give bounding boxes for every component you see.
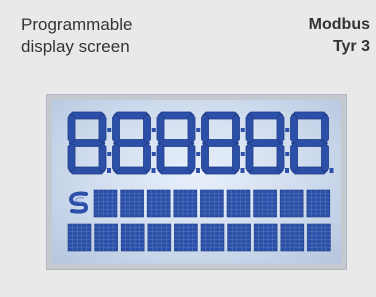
lcd-digit-segment — [67, 113, 76, 144]
lcd-digit-segment — [321, 142, 329, 173]
lcd-display — [46, 94, 347, 270]
title-line-2: display screen — [21, 37, 130, 56]
lcd-digit-segment — [67, 142, 76, 173]
model-line-2: Tyr 3 — [332, 38, 370, 55]
lcd-colon-dot — [107, 128, 112, 132]
lcd-segments — [67, 111, 334, 252]
lcd-digit-segment — [112, 142, 120, 173]
lcd-digit-segment — [201, 142, 209, 173]
product-card: Programmable display screen Modbus Tyr 3 — [0, 0, 376, 297]
lcd-digit-segment — [321, 113, 329, 144]
lcd-digit-segment — [187, 142, 196, 173]
lcd-colon-dot — [240, 128, 245, 132]
lcd-digit-segment — [290, 113, 298, 144]
lcd-digit-segment — [201, 113, 209, 144]
lcd-colon-dot — [285, 152, 290, 156]
model-line-1: Modbus — [308, 16, 370, 33]
s-logo-icon — [68, 191, 89, 214]
lcd-decimal-point — [240, 168, 245, 173]
lcd-colon-dot — [196, 128, 201, 132]
lcd-colon-dot — [285, 128, 290, 132]
lcd-digit-segment — [98, 113, 107, 144]
lcd-colon-dot — [240, 152, 245, 156]
title-line-1: Programmable — [21, 15, 133, 34]
lcd-digit-segment — [156, 142, 165, 173]
lcd-digit-segment — [245, 113, 254, 144]
lcd-digit-segment — [98, 142, 107, 173]
lcd-decimal-point — [151, 168, 156, 173]
lcd-digit-segment — [232, 113, 240, 144]
lcd-colon-dot — [107, 152, 112, 156]
lcd-digit-segment — [143, 113, 151, 144]
lcd-digit-segment — [156, 113, 165, 144]
lcd-digit-segment — [187, 113, 196, 144]
lcd-digit-segment — [112, 113, 120, 144]
lcd-decimal-point — [285, 168, 289, 173]
lcd-decimal-point — [196, 168, 200, 173]
lcd-decimal-point — [107, 168, 111, 173]
product-title: Programmable display screen — [21, 14, 133, 58]
lcd-colon-dot — [151, 128, 156, 132]
lcd-colon-dot — [151, 152, 156, 156]
lcd-screen — [52, 100, 341, 264]
lcd-digit-segment — [143, 142, 151, 173]
lcd-colon-dot — [196, 152, 201, 156]
lcd-digit-segment — [276, 113, 285, 144]
model-label: Modbus Tyr 3 — [309, 14, 370, 58]
lcd-digit-segment — [232, 142, 240, 173]
lcd-digit-segment — [245, 142, 254, 173]
lcd-digit-segment — [290, 142, 298, 173]
lcd-decimal-point — [329, 168, 334, 173]
lcd-digit-segment — [276, 142, 285, 173]
